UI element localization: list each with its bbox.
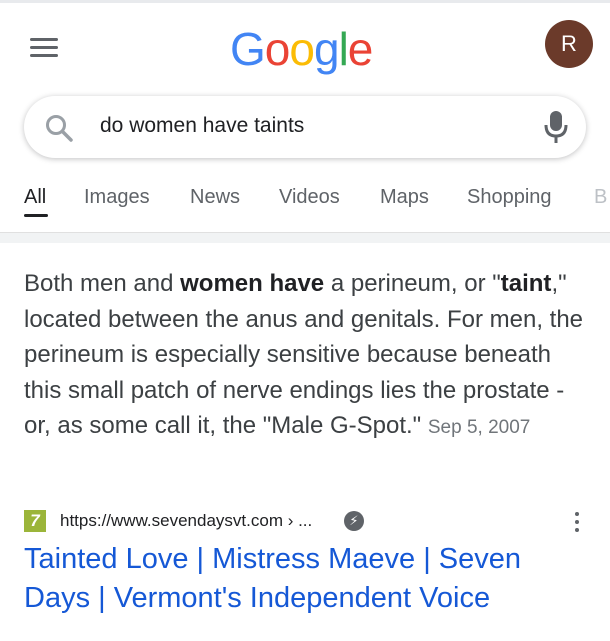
result-url[interactable]: https://www.sevendaysvt.com › ...: [60, 511, 312, 531]
search-box[interactable]: do women have taints: [24, 96, 586, 158]
tab-maps[interactable]: Maps: [380, 186, 429, 209]
tab-news[interactable]: News: [190, 186, 240, 209]
google-logo[interactable]: Google: [230, 22, 373, 76]
result-source: 7 https://www.sevendaysvt.com › ... ⚡: [24, 508, 594, 534]
hamburger-menu-icon[interactable]: [30, 36, 58, 58]
featured-snippet: Both men and women have a perineum, or "…: [24, 270, 584, 439]
account-avatar[interactable]: R: [545, 20, 593, 68]
active-tab-indicator: [24, 214, 48, 217]
amp-lightning-icon: ⚡: [344, 511, 364, 531]
more-options-icon[interactable]: [572, 512, 582, 536]
search-input[interactable]: do women have taints: [100, 114, 304, 138]
highlight-women-have: women have: [180, 270, 325, 297]
search-tabs: All Images News Videos Maps Shopping B: [0, 180, 610, 228]
microphone-icon[interactable]: [542, 110, 570, 144]
header: Google R: [0, 0, 610, 90]
result-title-link[interactable]: Tainted Love | Mistress Maeve | Seven Da…: [24, 540, 584, 618]
snippet-date: Sep 5, 2007: [427, 417, 531, 438]
tab-books-partial[interactable]: B: [594, 186, 607, 209]
tab-shopping[interactable]: Shopping: [467, 186, 552, 209]
highlight-taint: taint: [500, 270, 552, 297]
section-divider: [0, 232, 610, 243]
site-favicon: 7: [24, 510, 46, 532]
tab-all[interactable]: All: [24, 186, 46, 209]
search-icon[interactable]: [44, 113, 74, 143]
tab-images[interactable]: Images: [84, 186, 150, 209]
tab-videos[interactable]: Videos: [279, 186, 340, 209]
